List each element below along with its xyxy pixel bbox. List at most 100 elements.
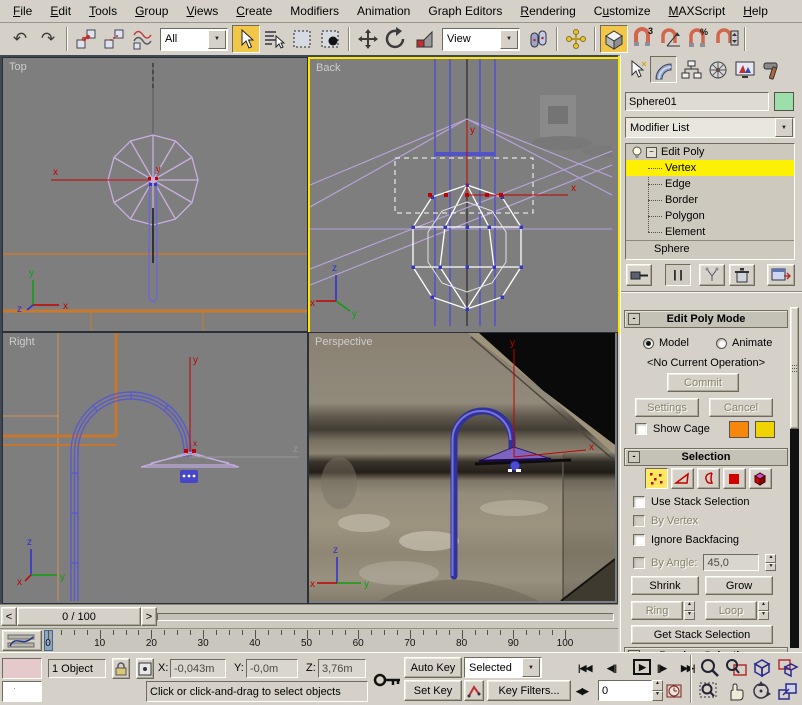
- goto-start-button[interactable]: |◀◀: [578, 663, 591, 674]
- tab-hierarchy[interactable]: [677, 56, 704, 83]
- chevron-down-icon[interactable]: ▼: [775, 118, 793, 137]
- checkbox[interactable]: [633, 496, 645, 508]
- viewport-right[interactable]: y x z z y x Right: [2, 332, 308, 604]
- stack-item-base-object[interactable]: Sphere: [626, 240, 794, 257]
- rollout-edit-poly-mode-header[interactable]: - Edit Poly Mode: [624, 310, 788, 328]
- configure-modifier-sets-button[interactable]: [767, 264, 795, 286]
- checkbox[interactable]: [633, 557, 645, 569]
- select-and-manipulate-icon[interactable]: [562, 25, 590, 53]
- loop-spinner[interactable]: ▲▼: [758, 601, 769, 620]
- stack-sublevel-vertex[interactable]: Vertex: [626, 160, 794, 176]
- shrink-button[interactable]: Shrink: [631, 576, 699, 595]
- cage-color-swatch[interactable]: [729, 421, 749, 438]
- auto-key-button[interactable]: Auto Key: [404, 657, 462, 678]
- make-unique-button[interactable]: [699, 264, 725, 286]
- y-coordinate-field[interactable]: -0,0m: [246, 659, 298, 678]
- show-end-result-button[interactable]: | |: [665, 264, 691, 286]
- stack-sublevel-element[interactable]: Element: [626, 224, 794, 240]
- arc-rotate-button[interactable]: [750, 681, 774, 702]
- get-stack-selection-button[interactable]: Get Stack Selection: [631, 625, 773, 644]
- chevron-down-icon[interactable]: ▼: [208, 30, 226, 49]
- spin-down-icon[interactable]: ▼: [765, 563, 776, 572]
- collapse-stack-icon[interactable]: −: [646, 147, 657, 158]
- grow-button[interactable]: Grow: [705, 576, 773, 595]
- pan-button[interactable]: [724, 681, 748, 702]
- menu-customize[interactable]: Customize: [585, 1, 660, 21]
- default-tangents-button[interactable]: [464, 680, 484, 701]
- spin-up-icon[interactable]: ▲: [652, 680, 663, 691]
- spinner-snap-toggle-icon[interactable]: [712, 25, 740, 53]
- key-mode-toggle[interactable]: ◀▶: [576, 686, 588, 697]
- zoom-extents-all-button[interactable]: [776, 657, 800, 678]
- maxscript-mini-listener-white[interactable]: ·: [2, 681, 42, 702]
- pin-stack-button[interactable]: [626, 264, 652, 286]
- spin-up-icon[interactable]: ▲: [684, 601, 695, 611]
- time-configuration-button[interactable]: [666, 682, 684, 700]
- set-key-button[interactable]: Set Key: [404, 680, 462, 701]
- menu-graph-editors[interactable]: Graph Editors: [419, 1, 511, 21]
- radio-dot[interactable]: [643, 338, 654, 349]
- object-name-field[interactable]: Sphere01: [625, 92, 769, 111]
- tab-display[interactable]: [731, 56, 758, 83]
- menu-create[interactable]: Create: [227, 1, 281, 21]
- set-keys-big-key-button[interactable]: [372, 657, 402, 702]
- angle-snap-toggle-icon[interactable]: [656, 25, 684, 53]
- reference-coordinate-system-dropdown[interactable]: View ▼: [442, 28, 520, 51]
- spin-up-icon[interactable]: ▲: [758, 601, 769, 611]
- window-crossing-toggle-icon[interactable]: [316, 25, 344, 53]
- remove-modifier-button[interactable]: [729, 264, 755, 286]
- menu-help[interactable]: Help: [734, 1, 777, 21]
- keyboard-shortcut-override-toggle[interactable]: [600, 25, 628, 53]
- checkbox[interactable]: [635, 423, 647, 435]
- show-cage-checkbox[interactable]: Show Cage: [635, 423, 710, 435]
- bind-to-space-warp-icon[interactable]: [128, 25, 156, 53]
- zoom-all-button[interactable]: [724, 657, 748, 678]
- track-ruler[interactable]: 0102030405060708090100: [0, 629, 618, 653]
- undo-icon[interactable]: ↶: [6, 25, 34, 53]
- select-and-move-icon[interactable]: [354, 25, 382, 53]
- previous-frame-arrow[interactable]: <: [1, 607, 17, 626]
- rollout-selection-header[interactable]: - Selection: [624, 448, 788, 466]
- zoom-extents-button[interactable]: [750, 657, 774, 678]
- loop-button[interactable]: Loop: [705, 601, 757, 620]
- menu-animation[interactable]: Animation: [348, 1, 419, 21]
- menu-rendering[interactable]: Rendering: [511, 1, 584, 21]
- by-angle-checkbox[interactable]: By Angle: 45,0 ▲▼: [633, 554, 776, 571]
- x-coordinate-field[interactable]: -0,043m: [170, 659, 226, 678]
- stack-sublevel-border[interactable]: Border: [626, 192, 794, 208]
- play-button[interactable]: ▶: [633, 659, 651, 675]
- menu-file[interactable]: File: [4, 1, 41, 21]
- ignore-backfacing-checkbox[interactable]: Ignore Backfacing: [633, 534, 739, 546]
- select-by-name-icon[interactable]: [260, 25, 288, 53]
- radio-model[interactable]: Model: [643, 337, 689, 349]
- selection-lock-toggle[interactable]: [112, 658, 130, 679]
- ring-spinner[interactable]: ▲▼: [684, 601, 695, 620]
- viewport-top[interactable]: x y y x z Top: [2, 57, 308, 332]
- goto-end-button[interactable]: ▶▶|: [681, 663, 694, 674]
- next-frame-arrow[interactable]: >: [141, 607, 157, 626]
- menu-tools[interactable]: Tools: [80, 1, 126, 21]
- commit-button[interactable]: Commit: [667, 373, 739, 392]
- time-slider-track[interactable]: [157, 613, 614, 621]
- absolute-mode-transform-toggle[interactable]: [136, 658, 154, 679]
- keying-selection-dropdown[interactable]: Selected ▼: [464, 657, 542, 678]
- scrollbar-thumb[interactable]: [790, 307, 799, 429]
- edge-subobject-button[interactable]: [671, 468, 694, 489]
- stack-item-edit-poly[interactable]: −Edit Poly: [626, 144, 794, 160]
- by-angle-spinner[interactable]: ▲▼: [765, 554, 776, 571]
- percent-snap-toggle-icon[interactable]: %: [684, 25, 712, 53]
- use-stack-selection-checkbox[interactable]: Use Stack Selection: [633, 496, 749, 508]
- menu-maxscript[interactable]: MAXScript: [660, 1, 735, 21]
- viewport-perspective[interactable]: y x z y x Perspective: [308, 332, 618, 604]
- select-and-scale-icon[interactable]: [410, 25, 438, 53]
- current-frame-field[interactable]: 0: [598, 680, 652, 701]
- collapse-icon[interactable]: -: [628, 313, 640, 325]
- modifier-list-dropdown[interactable]: Modifier List ▼: [625, 117, 795, 138]
- min-max-toggle-button[interactable]: [776, 681, 800, 702]
- border-subobject-button[interactable]: [697, 468, 720, 489]
- tab-motion[interactable]: [704, 56, 731, 83]
- stack-sublevel-polygon[interactable]: Polygon: [626, 208, 794, 224]
- spin-down-icon[interactable]: ▼: [652, 691, 663, 702]
- zoom-region-button[interactable]: [698, 681, 722, 702]
- time-slider-handle[interactable]: 0 / 100: [17, 607, 141, 626]
